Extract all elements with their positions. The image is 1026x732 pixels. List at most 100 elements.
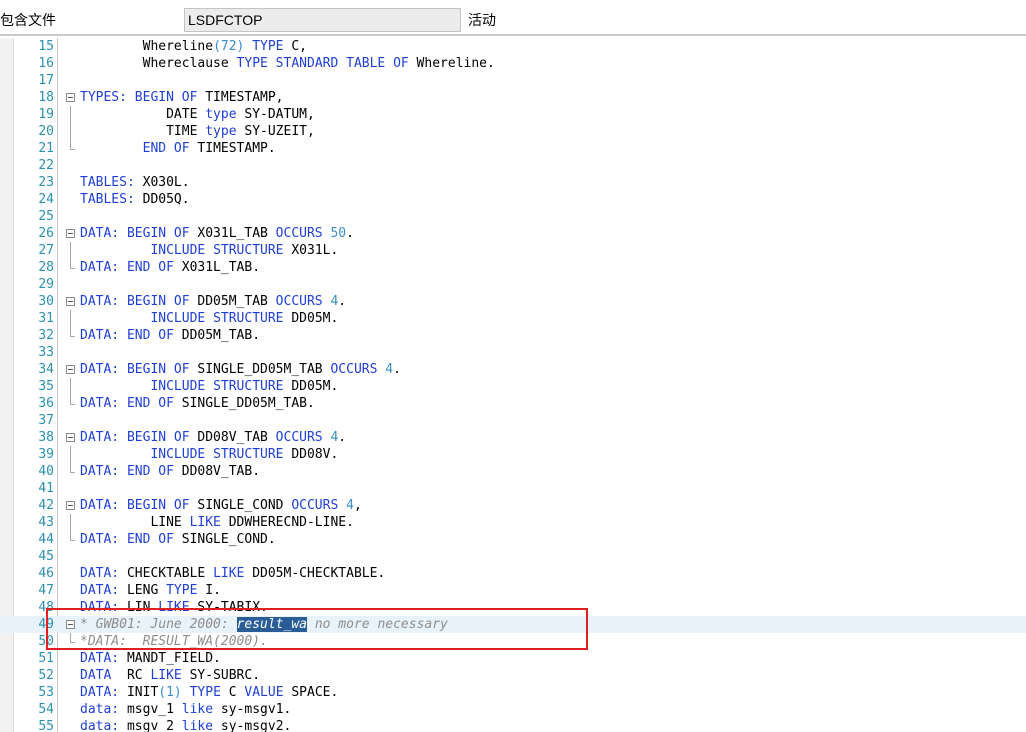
number-token: (1) <box>158 685 182 700</box>
code-line[interactable]: 23 TABLES: X030L. <box>0 174 1026 191</box>
code-line[interactable]: 16 Whereclause TYPE STANDARD TABLE OF Wh… <box>0 55 1026 72</box>
code-line[interactable]: 32 DATA: END OF DD05M_TAB. <box>0 327 1026 344</box>
code-line[interactable]: 43 LINE LIKE DDWHERECND-LINE. <box>0 514 1026 531</box>
code-line[interactable]: 31 INCLUDE STRUCTURE DD05M. <box>0 310 1026 327</box>
line-number: 53 <box>38 685 54 700</box>
include-label: 包含文件 <box>0 13 56 29</box>
code-text: DATA: END OF SINGLE_DD05M_TAB. <box>80 395 315 412</box>
code-line[interactable]: 41 <box>0 480 1026 497</box>
keyword-token: DATA: BEGIN OF <box>80 362 190 377</box>
fold-toggle-icon[interactable] <box>66 501 75 510</box>
code-line[interactable]: 38 DATA: BEGIN OF DD08V_TAB OCCURS 4. <box>0 429 1026 446</box>
code-text: DATA: END OF SINGLE_COND. <box>80 531 276 548</box>
keyword-token: TABLES: <box>80 175 135 190</box>
code-line[interactable]: 36 DATA: END OF SINGLE_DD05M_TAB. <box>0 395 1026 412</box>
code-token: . <box>393 362 401 377</box>
line-number: 41 <box>38 481 54 496</box>
line-number: 15 <box>38 39 54 54</box>
code-line[interactable]: 55 data: msgv_2 like sy-msgv2. <box>0 718 1026 732</box>
code-token: sy-msgv1. <box>213 702 292 717</box>
code-text: DATA: LENG TYPE I. <box>80 582 221 599</box>
code-token: SINGLE_COND <box>189 498 292 513</box>
fold-end-marker <box>70 531 75 541</box>
code-text: TYPES: BEGIN OF TIMESTAMP, <box>80 89 284 106</box>
code-text: DATA: END OF DD08V_TAB. <box>80 463 260 480</box>
line-number: 44 <box>38 532 54 547</box>
line-number: 28 <box>38 260 54 275</box>
keyword-token: DATA: BEGIN OF <box>80 498 190 513</box>
code-token: X031L_TAB <box>189 226 276 241</box>
code-line[interactable]: 26 DATA: BEGIN OF X031L_TAB OCCURS 50. <box>0 225 1026 242</box>
line-number: 55 <box>38 719 54 732</box>
line-number: 54 <box>38 702 54 717</box>
number-token: (72) <box>213 39 245 54</box>
keyword-token: INCLUDE STRUCTURE <box>150 379 284 394</box>
code-line[interactable]: 39 INCLUDE STRUCTURE DD08V. <box>0 446 1026 463</box>
code-token: X030L. <box>134 175 190 190</box>
fold-toggle-icon[interactable] <box>66 365 75 374</box>
code-token: DD05M-CHECKTABLE. <box>244 566 386 581</box>
code-line[interactable]: 53 DATA: INIT(1) TYPE C VALUE SPACE. <box>0 684 1026 701</box>
keyword-token: DATA: <box>80 566 120 581</box>
code-token: X031L. <box>283 243 339 258</box>
code-token: SPACE. <box>283 685 339 700</box>
code-token: DATE <box>80 107 206 122</box>
code-line[interactable]: 37 <box>0 412 1026 429</box>
code-line[interactable]: 28 DATA: END OF X031L_TAB. <box>0 259 1026 276</box>
keyword-token: LIKE <box>213 566 245 581</box>
code-line[interactable]: 21 END OF TIMESTAMP. <box>0 140 1026 157</box>
code-line[interactable]: 20 TIME type SY-UZEIT, <box>0 123 1026 140</box>
code-line[interactable]: 45 <box>0 548 1026 565</box>
code-line[interactable]: 18 TYPES: BEGIN OF TIMESTAMP, <box>0 89 1026 106</box>
keyword-token: TYPE <box>252 39 284 54</box>
keyword-token: DATA <box>80 668 112 683</box>
code-line[interactable]: 34 DATA: BEGIN OF SINGLE_DD05M_TAB OCCURS… <box>0 361 1026 378</box>
code-line[interactable]: 22 <box>0 157 1026 174</box>
code-line[interactable]: 54 data: msgv_1 like sy-msgv1. <box>0 701 1026 718</box>
code-line[interactable]: 27 INCLUDE STRUCTURE X031L. <box>0 242 1026 259</box>
fold-toggle-icon[interactable] <box>66 229 75 238</box>
code-text: DATA: CHECKTABLE LIKE DD05M-CHECKTABLE. <box>80 565 385 582</box>
line-number: 40 <box>38 464 54 479</box>
fold-toggle-icon[interactable] <box>66 433 75 442</box>
fold-toggle-icon[interactable] <box>66 297 75 306</box>
keyword-token: OCCURS <box>330 362 378 377</box>
keyword-token: type <box>205 124 237 139</box>
code-line[interactable]: 25 <box>0 208 1026 225</box>
code-line[interactable]: 52 DATA RC LIKE SY-SUBRC. <box>0 667 1026 684</box>
keyword-token: like <box>181 719 214 732</box>
code-line[interactable]: 46 DATA: CHECKTABLE LIKE DD05M-CHECKTABLE… <box>0 565 1026 582</box>
line-number: 52 <box>38 668 54 683</box>
code-token: SINGLE_DD05M_TAB <box>189 362 331 377</box>
code-line[interactable]: 29 <box>0 276 1026 293</box>
code-text: DATA: BEGIN OF DD05M_TAB OCCURS 4. <box>80 293 346 310</box>
code-text: DATA: BEGIN OF SINGLE_DD05M_TAB OCCURS 4… <box>80 361 401 378</box>
code-line[interactable]: 47 DATA: LENG TYPE I. <box>0 582 1026 599</box>
code-token: DD08V_TAB <box>189 430 276 445</box>
code-token: msgv_1 <box>119 702 182 717</box>
code-line[interactable]: 19 DATE type SY-DATUM, <box>0 106 1026 123</box>
keyword-token: END OF <box>142 141 190 156</box>
code-token: SY-DATUM, <box>236 107 315 122</box>
code-line[interactable]: 33 <box>0 344 1026 361</box>
code-token: RC <box>111 668 151 683</box>
line-number: 27 <box>38 243 54 258</box>
line-number: 38 <box>38 430 54 445</box>
code-line[interactable]: 44 DATA: END OF SINGLE_COND. <box>0 531 1026 548</box>
line-number: 46 <box>38 566 54 581</box>
code-line[interactable]: 40 DATA: END OF DD08V_TAB. <box>0 463 1026 480</box>
code-text: DATA: BEGIN OF DD08V_TAB OCCURS 4. <box>80 429 346 446</box>
code-line[interactable]: 30 DATA: BEGIN OF DD05M_TAB OCCURS 4. <box>0 293 1026 310</box>
code-line[interactable]: 51 DATA: MANDT_FIELD. <box>0 650 1026 667</box>
code-line[interactable]: 42 DATA: BEGIN OF SINGLE_COND OCCURS 4, <box>0 497 1026 514</box>
code-token: C <box>220 685 245 700</box>
code-line[interactable]: 15 Whereline(72) TYPE C, <box>0 38 1026 55</box>
program-name-field[interactable]: LSDFCTOP <box>184 8 461 32</box>
code-line[interactable]: 17 <box>0 72 1026 89</box>
code-line[interactable]: 24 TABLES: DD05Q. <box>0 191 1026 208</box>
keyword-token: DATA: <box>80 651 120 666</box>
code-line[interactable]: 35 INCLUDE STRUCTURE DD05M. <box>0 378 1026 395</box>
fold-toggle-icon[interactable] <box>66 93 75 102</box>
keyword-token: OCCURS <box>291 498 339 513</box>
